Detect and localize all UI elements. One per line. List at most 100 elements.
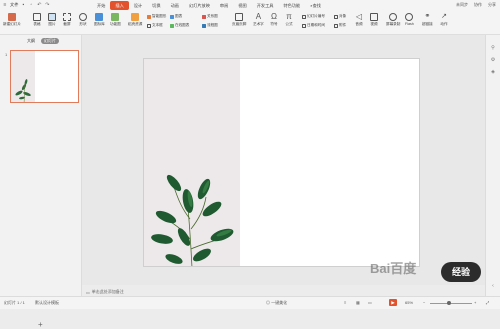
flash-button[interactable]: Flash — [405, 13, 414, 26]
pi-icon: π — [286, 12, 292, 21]
tab-insert[interactable]: 插入 — [110, 1, 129, 10]
tab-features[interactable]: 特色功能 — [278, 1, 305, 10]
flash-icon — [405, 13, 414, 21]
baidu-watermark: Bai百度 — [370, 261, 417, 276]
zoom-slider-handle[interactable] — [447, 301, 451, 305]
symbol-button[interactable]: Ω 符号 — [270, 13, 278, 27]
slideshow-play-button[interactable]: ▶ — [389, 299, 397, 306]
flash-label: Flash — [405, 22, 414, 26]
action-button[interactable]: ↗ 动作 — [440, 13, 448, 27]
settings-icon[interactable]: ⚙ — [490, 57, 496, 63]
object-button[interactable]: 对象 — [334, 14, 346, 19]
audio-button[interactable]: ◁ 音频 — [355, 13, 363, 27]
zoom-slider[interactable] — [430, 303, 472, 304]
omega-icon: Ω — [271, 12, 277, 21]
action-icon: ↗ — [441, 13, 447, 20]
icon-library-button[interactable]: 图标库 — [94, 13, 105, 27]
picture-button[interactable]: 图片 — [48, 13, 56, 27]
docer-resource-button[interactable]: 稻壳资源 — [128, 13, 142, 27]
hyperlink-button[interactable]: ⚭ 超链接 — [422, 13, 433, 27]
tab-developer[interactable]: 开发工具 — [252, 1, 279, 10]
sync-status[interactable]: 未同步 — [456, 2, 468, 8]
wordart-label: 艺术字 — [253, 22, 264, 26]
wps-presentation-window: ≡ 文件 ▪ ▫ ↶ ↷ 开始 插入 设计 切换 动画 幻灯片放映 审阅 视图 … — [0, 0, 500, 329]
textbox-button[interactable]: 文本框 — [147, 23, 163, 28]
view-reading-icon[interactable]: ▭ — [368, 300, 372, 305]
tab-outline[interactable]: 大纲 — [24, 38, 38, 44]
slide-canvas[interactable] — [143, 58, 420, 267]
save-icon[interactable]: ▪ — [20, 2, 26, 8]
jingyan-badge: 经验 — [441, 262, 481, 282]
search-tab[interactable]: ⌕查找 — [305, 1, 326, 10]
tab-animation[interactable]: 动画 — [166, 1, 184, 10]
right-sidebar: ⚲ ⚙ ◈ ‹ — [485, 35, 500, 296]
flowchart-button[interactable]: 流程图 — [202, 23, 218, 28]
zoom-level[interactable]: 65% — [405, 300, 413, 305]
new-slide-icon — [7, 13, 16, 21]
tab-slideshow[interactable]: 幻灯片放映 — [184, 1, 215, 10]
view-sorter-icon[interactable]: ▦ — [356, 300, 360, 305]
slide-thumbnail[interactable] — [10, 50, 79, 103]
online-chart-button[interactable]: 在线图表 — [170, 23, 189, 28]
header-footer-button[interactable]: 页眉页脚 — [232, 13, 246, 27]
function-chart-button[interactable]: 功能图 — [110, 13, 121, 27]
zoom-in-icon[interactable]: + — [474, 300, 476, 305]
symbol-label: 符号 — [270, 22, 278, 26]
link-icon: ⚭ — [424, 13, 431, 20]
tab-home[interactable]: 开始 — [92, 1, 110, 10]
print-icon[interactable]: ▫ — [28, 2, 34, 8]
tab-slides[interactable]: 幻灯片 — [41, 38, 59, 44]
table-button[interactable]: 表格 — [33, 13, 41, 27]
layers-icon[interactable]: ◈ — [490, 69, 496, 75]
fit-window-icon[interactable]: ⤢ — [486, 300, 489, 305]
notes-icon: ▭ — [86, 289, 90, 295]
undo-icon[interactable]: ↶ — [36, 2, 42, 8]
tab-design[interactable]: 设计 — [129, 1, 147, 10]
view-normal-icon[interactable]: ≡ — [344, 300, 346, 305]
relation-chart-label: 关系图 — [207, 14, 218, 18]
add-slide-button[interactable]: + — [38, 320, 43, 329]
screen-record-button[interactable]: 屏幕录制 — [386, 13, 400, 27]
tab-transition[interactable]: 切换 — [147, 1, 165, 10]
share-button[interactable]: 分享 — [488, 2, 496, 8]
menu-icon[interactable]: ≡ — [2, 2, 8, 8]
collaborate-button[interactable]: 协作 — [474, 2, 482, 8]
picture-icon — [48, 13, 56, 21]
tab-review[interactable]: 审阅 — [215, 1, 233, 10]
theme-name: 默认设计模板 — [35, 300, 59, 305]
wordart-button[interactable]: A 艺术字 — [253, 13, 264, 27]
slide-number: 1 — [5, 52, 8, 57]
notes-placeholder: 单击此处添加备注 — [91, 289, 124, 294]
file-menu[interactable]: 文件 — [10, 2, 18, 8]
relation-chart-icon — [202, 14, 206, 19]
picture-label: 图片 — [48, 22, 56, 26]
scissors-icon — [63, 13, 71, 21]
paperclip-icon — [334, 23, 338, 28]
header-footer-label: 页眉页脚 — [232, 22, 247, 26]
notes-pane[interactable]: ▭ 单击此处添加备注 — [82, 288, 485, 296]
video-icon — [370, 13, 378, 21]
chart-button[interactable]: 图表 — [170, 14, 182, 19]
datetime-button[interactable]: 日期和时间 — [302, 23, 325, 28]
hyperlink-label: 超链接 — [422, 22, 433, 26]
slide-number-button[interactable]: 幻灯片编号 — [302, 14, 325, 19]
new-slide-button[interactable]: 新建幻灯片 — [3, 13, 21, 27]
ribbon: 新建幻灯片 表格 图片 截屏 形状 图标库 功能图 稻壳资源 智能图形 图表 文… — [0, 11, 500, 35]
tab-view[interactable]: 视图 — [233, 1, 251, 10]
redo-icon[interactable]: ↷ — [44, 2, 50, 8]
shape-button[interactable]: 形状 — [79, 13, 87, 27]
relation-chart-button[interactable]: 关系图 — [202, 14, 218, 19]
smart-graphic-button[interactable]: 智能图形 — [147, 14, 166, 19]
chart-icon — [170, 14, 174, 19]
object-properties-icon[interactable]: ⚲ — [490, 45, 496, 51]
object-label: 对象 — [339, 14, 347, 18]
zoom-out-icon[interactable]: − — [423, 300, 425, 305]
attachment-button[interactable]: 附件 — [334, 23, 346, 28]
screenshot-button[interactable]: 截屏 — [63, 13, 71, 27]
formula-button[interactable]: π 公式 — [285, 13, 293, 27]
sidebar-collapse-icon[interactable]: ‹ — [490, 283, 496, 289]
record-icon — [389, 13, 398, 21]
beautify-button[interactable]: ◎ 一键美化 — [266, 300, 287, 306]
datetime-label: 日期和时间 — [307, 23, 325, 27]
video-button[interactable]: 视频 — [370, 13, 378, 27]
